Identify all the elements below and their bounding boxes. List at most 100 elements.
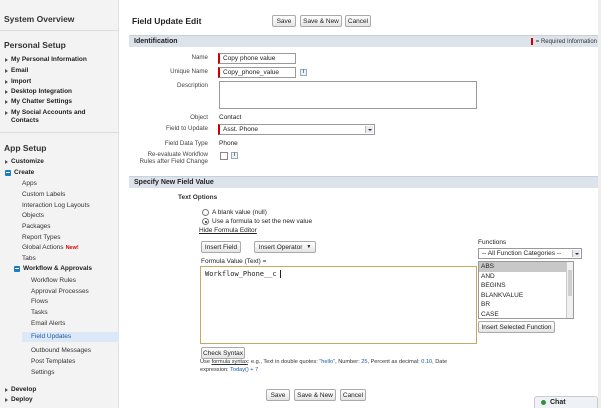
insert-field-button[interactable]: Insert Field [201,241,241,253]
listbox-scrollbar[interactable] [566,262,573,318]
function-option[interactable]: BLANKVALUE [479,291,573,301]
expand-triangle-icon [5,387,8,392]
info-icon[interactable]: i [231,152,238,159]
sidebar-subitem-workflow-approvals[interactable]: Workflow & Approvals [14,265,92,272]
cancel-button[interactable]: Cancel [345,15,371,27]
function-option[interactable]: BR [479,300,573,310]
sidebar-subitem-packages[interactable]: Packages [22,223,51,230]
formula-editor-textarea[interactable]: Workflow_Phone__c [200,266,477,344]
sidebar-subitem-tasks[interactable]: Tasks [31,309,48,316]
object-value: Contact [219,114,242,121]
formula-syntax-link[interactable]: formula syntax [212,359,248,365]
sidebar-subitem-settings[interactable]: Settings [31,369,55,376]
formula-value-label: Formula Value (Text) = [201,258,267,265]
function-option[interactable]: CASE [479,310,573,319]
blank-value-radio[interactable] [202,209,209,216]
sidebar-item-deploy[interactable]: Deploy [5,396,33,403]
sidebar-subitem-tabs[interactable]: Tabs [22,255,36,262]
sidebar-item-develop[interactable]: Develop [5,386,36,393]
insert-operator-button[interactable]: Insert Operator ▼ [254,241,316,253]
online-status-icon [541,400,546,405]
hide-formula-editor-link[interactable]: Hide Formula Editor [199,227,257,234]
sidebar-subitem-outbound-messages[interactable]: Outbound Messages [31,347,91,354]
sidebar-item-my-social-accounts[interactable]: My Social Accounts and Contacts [5,109,115,125]
main-content: Field Update Edit Save Save & New Cancel… [124,0,601,408]
collapse-icon [14,265,20,272]
formula-syntax-help: Use formula syntax: e.g., Text in double… [200,359,448,373]
sidebar-subitem-apps[interactable]: Apps [22,180,37,187]
sidebar-item-desktop-integration[interactable]: Desktop Integration [5,88,72,95]
function-option[interactable]: ABS [479,262,573,272]
expand-triangle-icon [5,89,8,94]
new-value-section-header: Specify New Field Value [129,176,601,188]
sidebar-subitem-report-types[interactable]: Report Types [22,234,61,241]
sidebar-subitem-email-alerts[interactable]: Email Alerts [31,320,65,327]
text-options-label: Text Options [178,194,218,201]
function-category-select[interactable]: -- All Function Categories -- [478,248,582,259]
expand-triangle-icon [5,79,8,84]
sidebar-subitem-interaction-log-layouts[interactable]: Interaction Log Layouts [22,202,90,209]
unique-name-label: Unique Name [170,68,208,75]
sidebar-subitem-approval-processes[interactable]: Approval Processes [31,288,89,295]
sidebar-subitem-custom-labels[interactable]: Custom Labels [22,191,65,198]
sidebar-subitem-workflow-rules[interactable]: Workflow Rules [31,277,76,284]
sidebar-item-my-personal-information[interactable]: My Personal Information [5,56,87,63]
chevron-down-icon [572,250,580,257]
system-overview-link[interactable]: System Overview [4,14,74,24]
identification-section-header: Identification = Required Information [129,35,601,47]
scrollbar-thumb[interactable] [568,270,572,296]
blank-value-label: A blank value (null) [212,209,267,216]
sidebar-divider [0,30,119,31]
sidebar-subitem-objects[interactable]: Objects [22,212,44,219]
insert-selected-function-button[interactable]: Insert Selected Function [478,321,555,333]
sidebar-subitem-field-updates[interactable]: Field Updates [31,333,71,340]
name-input[interactable]: Copy phone value [218,53,296,64]
unique-name-input[interactable]: Copy_phone_value [218,67,296,78]
function-option[interactable]: AND [479,272,573,282]
footer-save-button[interactable]: Save [266,389,290,401]
expand-triangle-icon [5,57,8,62]
formula-option-label: Use a formula to set the new value [212,218,313,225]
setup-sidebar: System Overview Personal Setup My Person… [0,0,119,408]
description-textarea[interactable] [219,81,477,109]
save-button[interactable]: Save [272,15,296,27]
reevaluate-checkbox[interactable] [220,152,228,160]
info-icon[interactable]: i [300,69,307,76]
section-title: Specify New Field Value [134,179,214,186]
collapse-icon [5,169,11,176]
chevron-down-icon: ▼ [306,244,312,250]
footer-cancel-button[interactable]: Cancel [340,389,366,401]
app-setup-heading: App Setup [4,143,47,153]
required-marker [530,38,533,45]
name-label: Name [191,54,208,61]
sidebar-item-email[interactable]: Email [5,67,28,74]
chevron-down-icon [365,126,373,133]
sidebar-subitem-global-actions[interactable]: Global Actions New! [22,244,79,251]
sidebar-item-import[interactable]: Import [5,78,31,85]
sidebar-item-create[interactable]: Create [5,169,34,176]
page-title: Field Update Edit [132,16,202,26]
expand-triangle-icon [5,68,8,73]
functions-label: Functions [478,239,507,246]
section-title: Identification [134,38,178,45]
function-option[interactable]: BEGINS [479,281,573,291]
field-to-update-select[interactable]: Asst. Phone [218,124,375,135]
expand-triangle-icon [5,99,8,104]
sidebar-item-customize[interactable]: Customize [5,158,44,165]
save-and-new-button[interactable]: Save & New [300,15,342,27]
formula-radio[interactable] [202,218,209,225]
reevaluate-label-line1: Re-evaluate Workflow [147,151,208,158]
chat-widget[interactable]: Chat [534,396,598,408]
personal-setup-heading: Personal Setup [4,40,66,50]
sidebar-item-my-chatter-settings[interactable]: My Chatter Settings [5,98,72,105]
sidebar-divider [0,132,119,133]
description-label: Description [177,82,208,89]
sidebar-subitem-flows[interactable]: Flows [31,298,48,305]
required-legend: = Required Information [530,38,597,45]
object-label: Object [190,114,208,121]
sidebar-subitem-post-templates[interactable]: Post Templates [31,358,75,365]
expand-triangle-icon [5,110,8,115]
expand-triangle-icon [5,159,8,164]
footer-save-and-new-button[interactable]: Save & New [294,389,336,401]
functions-listbox[interactable]: ABS AND BEGINS BLANKVALUE BR CASE [478,261,574,319]
